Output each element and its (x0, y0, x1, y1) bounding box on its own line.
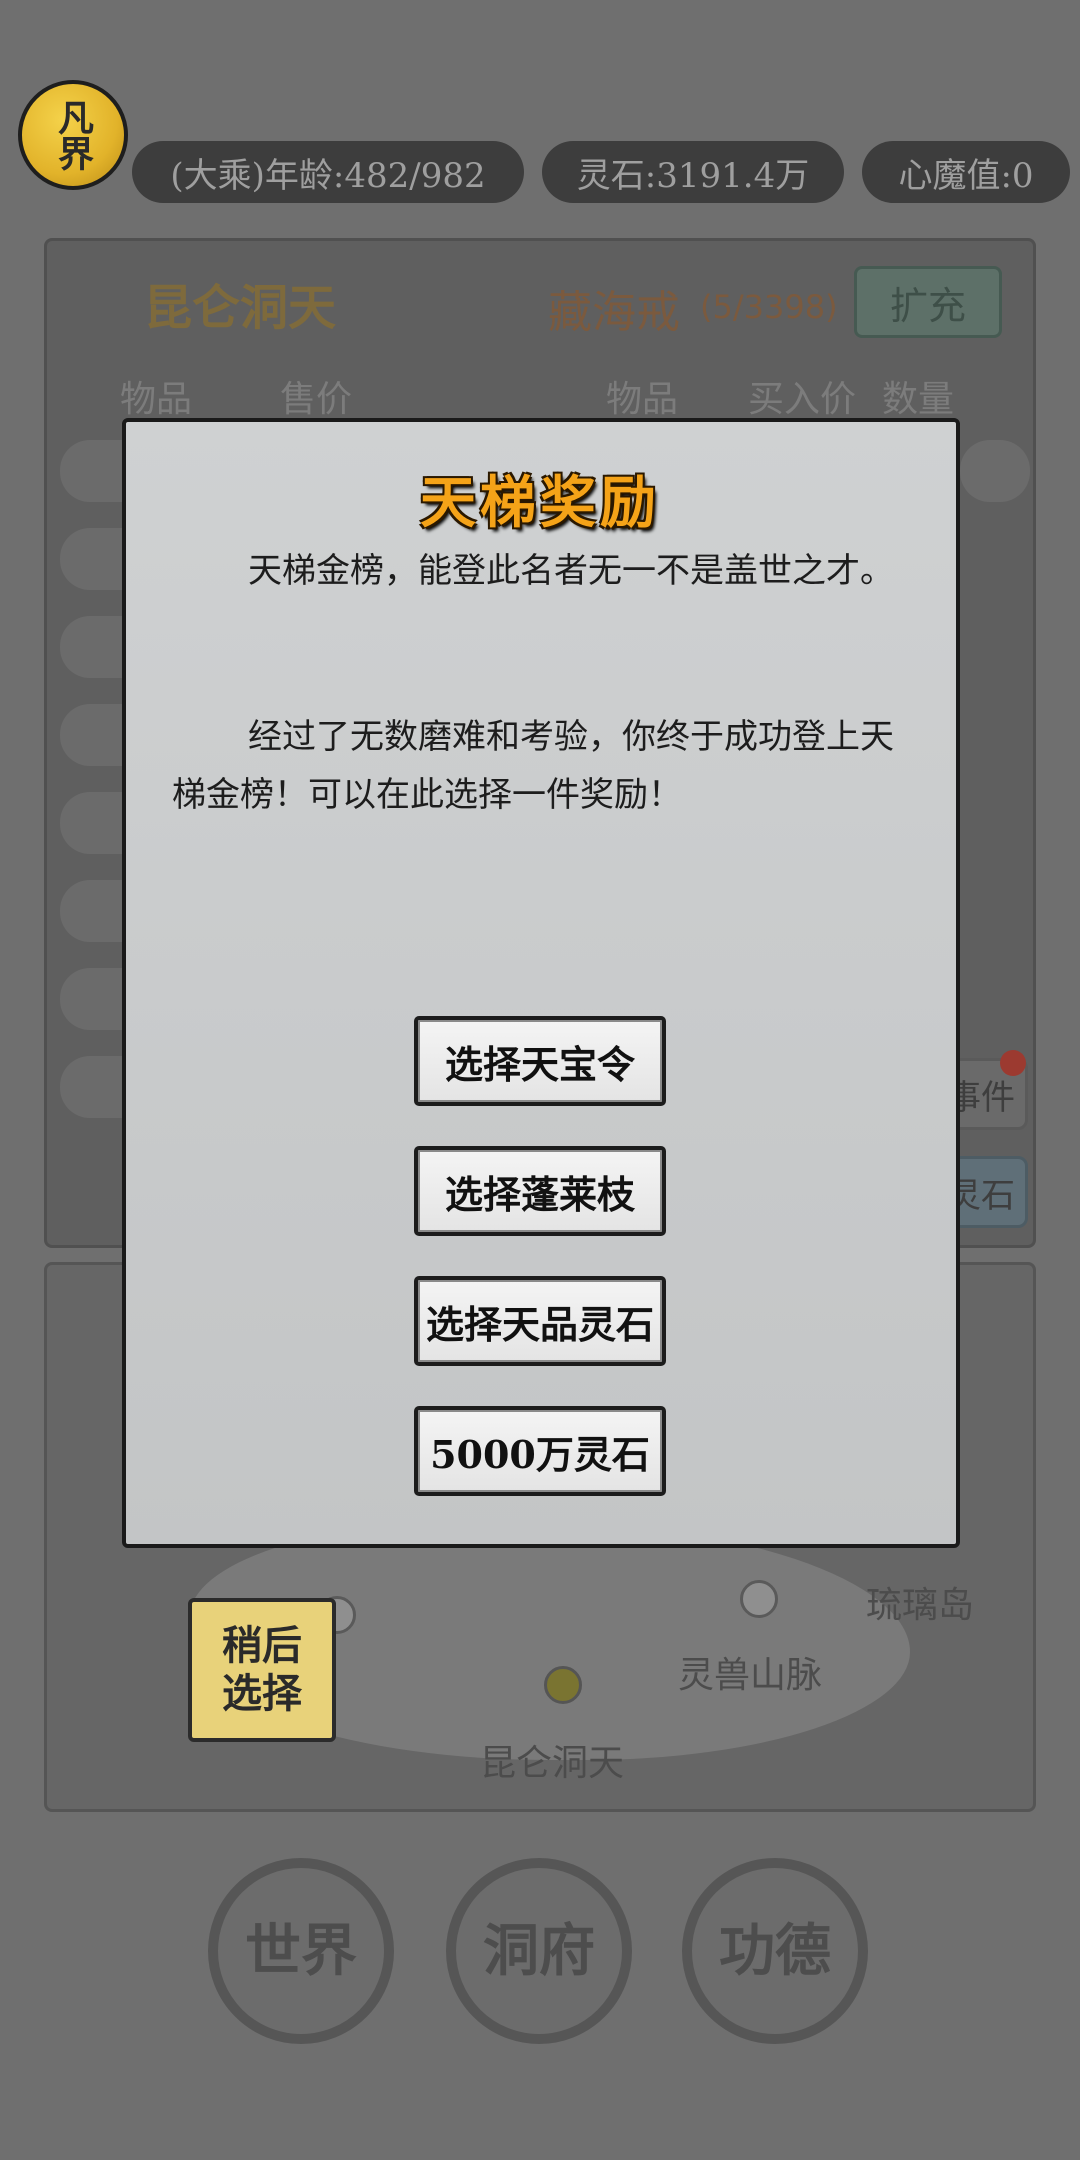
nav-world-label: 世界 (245, 1918, 357, 1984)
choose-tianbaoling-button[interactable]: 选择天宝令 (414, 1016, 666, 1106)
right-col-item-header: 物品 (606, 379, 679, 420)
right-col-buyprice-header: 买入价 (748, 379, 857, 420)
choose-later-label: 稍后 选择 (222, 1622, 302, 1717)
storage-ring-capacity: (5/3398) (700, 288, 838, 326)
nav-merit-button[interactable]: 功德 (682, 1858, 868, 2044)
nav-world-button[interactable]: 世界 (208, 1858, 394, 2044)
choose-50m-stones-button[interactable]: 5000万灵石 (414, 1406, 666, 1496)
map-label-kunlun: 昆仑洞天 (480, 1743, 625, 1784)
nav-merit-label: 功德 (719, 1918, 831, 1984)
dialog-paragraph-1: 天梯金榜，能登此名者无一不是盖世之才。 (248, 551, 894, 591)
storage-ring-title: 藏海戒 (548, 287, 680, 338)
realm-badge[interactable]: 凡界 (18, 80, 128, 190)
dialog-paragraph-2: 经过了无数磨难和考验，你终于成功登上天梯金榜！可以在此选择一件奖励！ (172, 717, 894, 815)
choose-later-button[interactable]: 稍后 选择 (188, 1598, 336, 1742)
choose-tianpin-stone-button[interactable]: 选择天品灵石 (414, 1276, 666, 1366)
left-col-price-header: 售价 (280, 379, 353, 420)
dialog-title: 天梯奖励 (420, 470, 660, 536)
right-col-qty-header: 数量 (882, 379, 955, 420)
expand-button[interactable]: 扩充 (854, 266, 1002, 338)
notification-dot (1000, 1050, 1026, 1076)
left-col-item-header: 物品 (120, 379, 193, 420)
nav-cave-label: 洞府 (483, 1918, 595, 1984)
realm-badge-label: 凡界 (52, 99, 94, 171)
map-label-beast-mountains: 灵兽山脉 (678, 1655, 823, 1696)
heart-demon-stat: 心魔值:0 (862, 141, 1070, 203)
nav-cave-button[interactable]: 洞府 (446, 1858, 632, 2044)
choose-penglaizhi-button[interactable]: 选择蓬莱枝 (414, 1146, 666, 1236)
location-title: 昆仑洞天 (144, 280, 337, 336)
map-node[interactable] (740, 1580, 778, 1618)
map-node-current[interactable] (544, 1666, 582, 1704)
spirit-stones-stat: 灵石:3191.4万 (542, 141, 844, 203)
age-stat: (大乘)年龄:482/982 (132, 141, 524, 203)
map-label-liuli-island: 琉璃岛 (866, 1585, 975, 1626)
